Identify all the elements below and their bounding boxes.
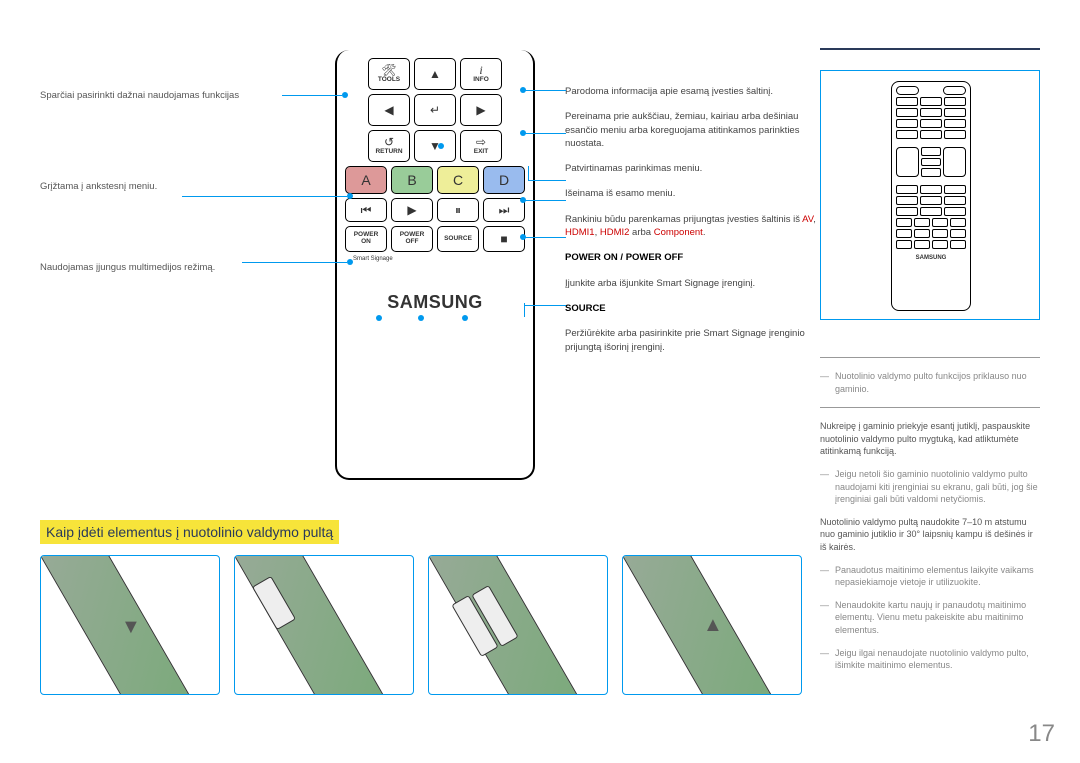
note-usage: Nukreipę į gaminio priekyje esantį jutik… xyxy=(820,420,1040,458)
battery-step-1: ▼ xyxy=(40,555,220,695)
leader-dot xyxy=(520,197,526,203)
tools-button[interactable]: 🛠TOOLS xyxy=(368,58,410,90)
leader-line xyxy=(524,305,566,306)
leader-dot xyxy=(342,92,348,98)
desc-source: Peržiūrėkite arba pasirinkite prie Smart… xyxy=(565,327,825,354)
remote-thumbnail: SAMSUNG xyxy=(891,81,971,311)
a-button[interactable]: A xyxy=(345,166,387,194)
leader-dot xyxy=(520,130,526,136)
info-button[interactable]: iINFO xyxy=(460,58,502,90)
source-header: SOURCE xyxy=(565,302,825,315)
desc-exit: Išeinama iš esamo meniu. xyxy=(565,187,825,200)
leader-line xyxy=(528,166,529,180)
battery-steps: ▼ ▲ xyxy=(40,555,802,695)
power-off-button[interactable]: POWEROFF xyxy=(391,226,433,252)
leader-dot xyxy=(462,315,468,321)
desc-return: Grįžtama į ankstesnį meniu. xyxy=(40,181,340,192)
battery-step-4: ▲ xyxy=(622,555,802,695)
note-mix: Nenaudokite kartu naujų ir panaudotų mai… xyxy=(820,599,1040,637)
remote-thumbnail-box: SAMSUNG xyxy=(820,70,1040,320)
remote-control: 🛠TOOLS ▲ iINFO ◀ ↵ ▶ ↺RETURN ▼ ⇨EXIT A B… xyxy=(335,50,555,500)
note-range: Nuotolinio valdymo pultą naudokite 7–10 … xyxy=(820,516,1040,554)
pause-button[interactable]: ⏸ xyxy=(437,198,479,222)
up-button[interactable]: ▲ xyxy=(414,58,456,90)
leader-dot xyxy=(376,315,382,321)
leader-line xyxy=(242,262,347,263)
power-header: POWER ON / POWER OFF xyxy=(565,251,825,264)
leader-dot xyxy=(418,315,424,321)
power-on-button[interactable]: POWERON xyxy=(345,226,387,252)
d-button[interactable]: D xyxy=(483,166,525,194)
leader-line xyxy=(524,200,566,201)
c-button[interactable]: C xyxy=(437,166,479,194)
leader-dot xyxy=(520,234,526,240)
exit-button[interactable]: ⇨EXIT xyxy=(460,130,502,162)
desc-confirm: Patvirtinamas parinkimas meniu. xyxy=(565,162,825,175)
return-button[interactable]: ↺RETURN xyxy=(368,130,410,162)
leader-line xyxy=(182,196,347,197)
source-button[interactable]: SOURCE xyxy=(437,226,479,252)
note-other-devices: Jeigu netoli šio gaminio nuotolinio vald… xyxy=(820,468,1040,506)
desc-nav: Pereinama prie aukščiau, žemiau, kairiau… xyxy=(565,110,825,150)
down-button[interactable]: ▼ xyxy=(414,130,456,162)
header-rule xyxy=(820,48,1040,50)
leader-dot xyxy=(347,259,353,265)
note-remove: Jeigu ilgai nenaudojate nuotolinio valdy… xyxy=(820,647,1040,672)
right-button[interactable]: ▶ xyxy=(460,94,502,126)
battery-step-3 xyxy=(428,555,608,695)
left-button[interactable]: ◀ xyxy=(368,94,410,126)
leader-line xyxy=(282,95,342,96)
leader-line xyxy=(528,180,566,181)
b-button[interactable]: B xyxy=(391,166,433,194)
leader-dot xyxy=(520,87,526,93)
note-dispose: Panaudotus maitinimo elementus laikyite … xyxy=(820,564,1040,589)
leader-line xyxy=(524,133,566,134)
thumb-logo: SAMSUNG xyxy=(896,255,966,261)
leader-line xyxy=(524,303,525,317)
smart-signage-label: Smart Signage xyxy=(345,256,525,262)
leader-line xyxy=(524,237,566,238)
stop-button[interactable]: ■ xyxy=(483,226,525,252)
leader-dot xyxy=(438,143,444,149)
desc-abcd: Rankiniu būdu parenkamas prijungtas įves… xyxy=(565,213,825,240)
samsung-logo: SAMSUNG xyxy=(345,292,525,313)
play-button[interactable]: ▶ xyxy=(391,198,433,222)
desc-power: Įjunkite arba išjunkite Smart Signage įr… xyxy=(565,277,825,290)
battery-step-2 xyxy=(234,555,414,695)
note-functions: Nuotolinio valdymo pulto funkcijos prikl… xyxy=(820,370,1040,395)
desc-info: Parodoma informacija apie esamą įvesties… xyxy=(565,85,825,98)
leader-dot xyxy=(347,193,353,199)
leader-line xyxy=(524,90,566,91)
enter-button[interactable]: ↵ xyxy=(414,94,456,126)
desc-media: Naudojamas įjungus multimedijos režimą. xyxy=(40,262,340,273)
rewind-button[interactable]: ⏮ xyxy=(345,198,387,222)
battery-section-heading: Kaip įdėti elementus į nuotolinio valdym… xyxy=(40,520,339,544)
page-number: 17 xyxy=(1028,720,1055,748)
ffwd-button[interactable]: ⏭ xyxy=(483,198,525,222)
